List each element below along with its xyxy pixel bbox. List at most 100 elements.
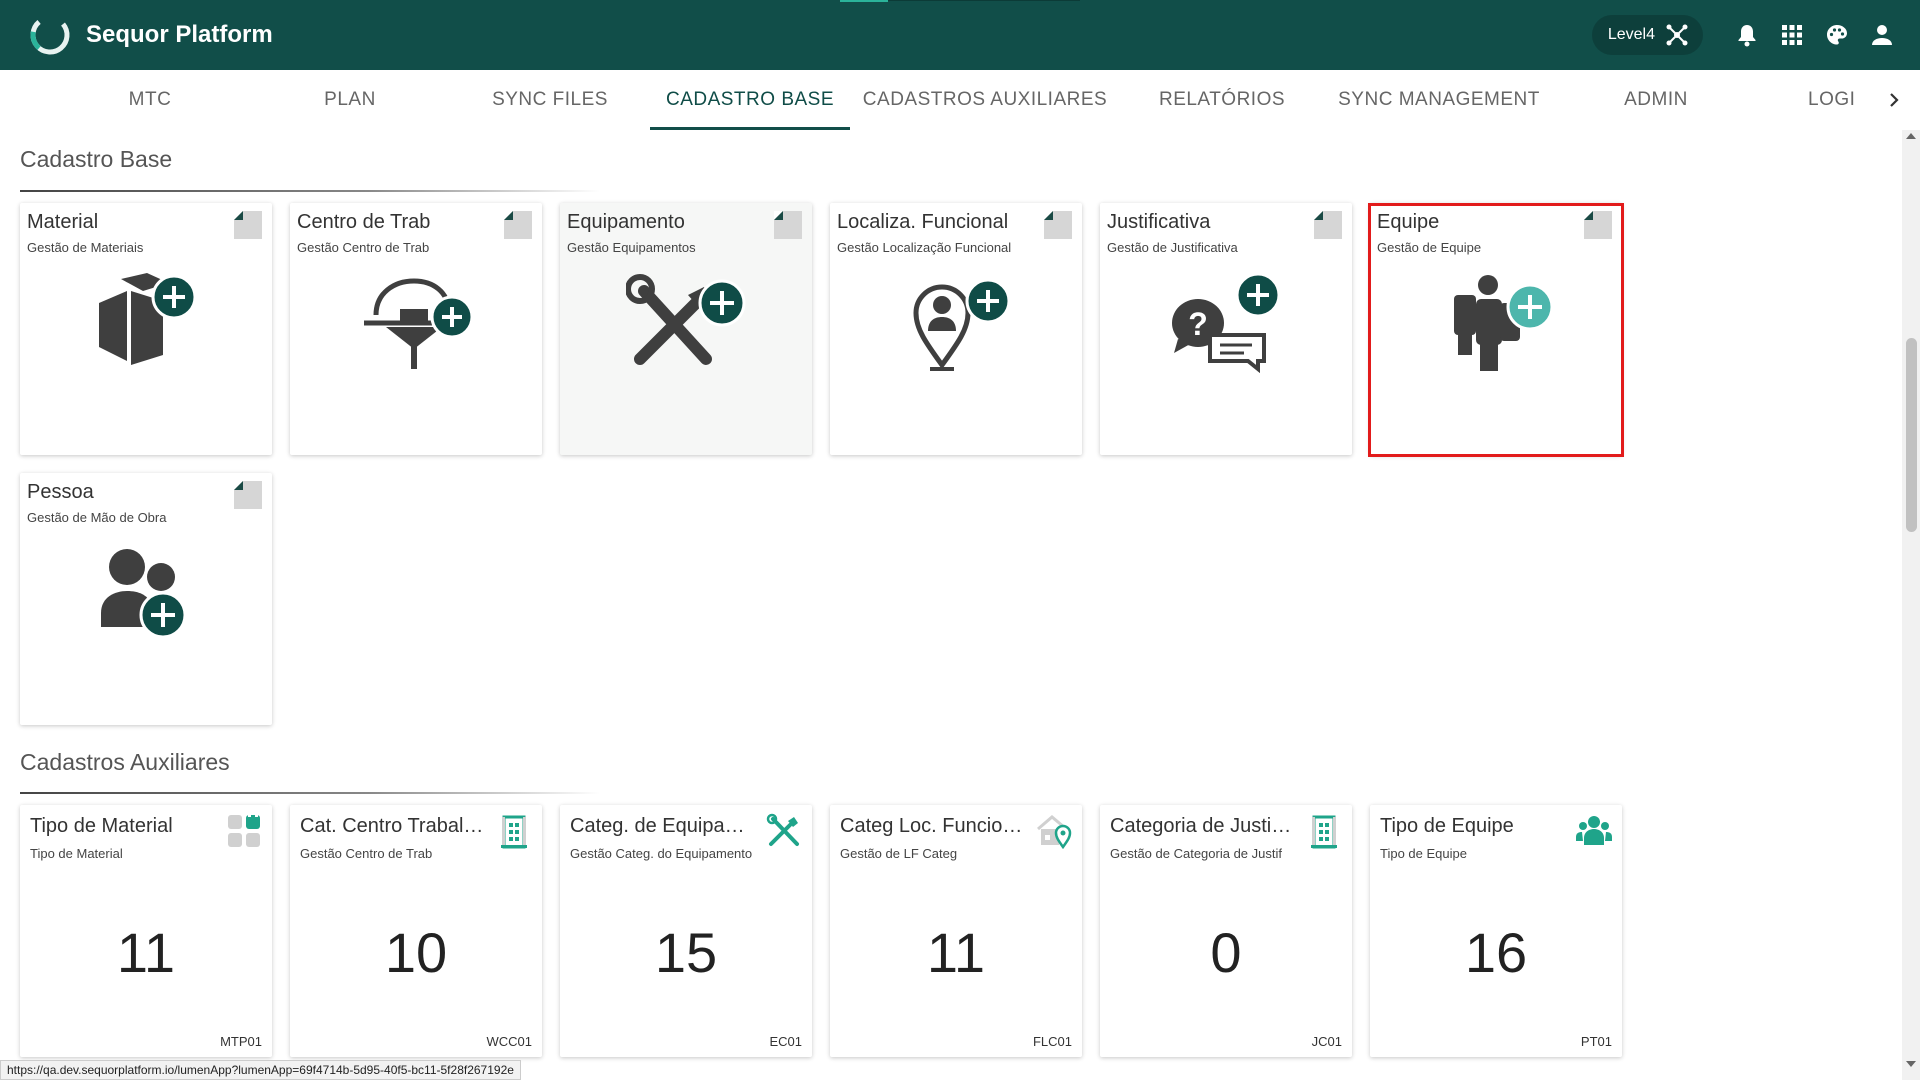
card-title: Tipo de Material	[30, 815, 173, 837]
corner-fold-icon	[774, 211, 802, 239]
corner-fold-icon	[234, 481, 262, 509]
card-subtitle: Gestão de Materiais	[27, 240, 144, 255]
card-subtitle: Gestão de Categoria de Justif	[1110, 846, 1282, 861]
box-plus-icon	[99, 273, 197, 365]
blocks-icon	[228, 813, 260, 847]
loading-track	[888, 0, 1080, 1]
card-title: Equipamento	[567, 211, 685, 233]
card-title: Tipo de Equipe	[1380, 815, 1514, 837]
card-code: JC01	[1311, 1034, 1342, 1049]
tabs-scroll-right-button[interactable]	[1882, 70, 1906, 130]
card-categ-de-equipamento[interactable]: Categ. de Equipamento Gestão Categ. do E…	[560, 805, 812, 1057]
card-title: Localiza. Funcional	[837, 211, 1009, 233]
record-count: 15	[654, 921, 718, 984]
record-count: 11	[926, 921, 986, 984]
tab-mtc[interactable]: MTC	[100, 70, 200, 130]
card-subtitle: Gestão Categ. do Equipamento	[570, 846, 753, 861]
apps-grid-icon	[1782, 25, 1802, 45]
link-preview-status: https://qa.dev.sequorplatform.io/lumenAp…	[0, 1060, 521, 1080]
user-icon	[1872, 25, 1892, 45]
card-cat-centro-trabalho[interactable]: Cat. Centro Trabalho Gestão Centro de Tr…	[290, 805, 542, 1057]
top-app-bar: Sequor Platform Level4	[0, 0, 1920, 70]
level-label: Level4	[1607, 26, 1655, 43]
module-tabs: MTC PLAN SYNC FILES CADASTRO BASE CADAST…	[0, 70, 1920, 130]
home-location-icon	[1037, 815, 1072, 849]
card-tipo-de-equipe[interactable]: Tipo de Equipe Tipo de Equipe 16 PT01	[1370, 805, 1622, 1057]
card-subtitle: Gestão de Justificativa	[1107, 240, 1238, 255]
group-icon	[1576, 816, 1612, 845]
tools-plus-icon	[626, 274, 746, 365]
card-subtitle: Gestão Centro de Trab	[297, 240, 430, 255]
chat-question-plus-icon: ?	[1172, 273, 1281, 373]
card-localiza-funcional[interactable]: Localiza. Funcional Gestão Localização F…	[830, 203, 1082, 455]
tab-sync-management[interactable]: SYNC MANAGEMENT	[1326, 70, 1552, 130]
scroll-up-arrow-icon[interactable]	[1906, 133, 1916, 139]
notifications-button[interactable]	[1725, 13, 1769, 57]
apps-button[interactable]	[1770, 13, 1814, 57]
scrollbar-thumb[interactable]	[1906, 338, 1917, 532]
tools-icon	[766, 813, 799, 846]
card-pessoa[interactable]: Pessoa Gestão de Mão de Obra	[20, 473, 272, 725]
location-person-plus-icon	[913, 278, 1011, 371]
chevron-right-icon	[1890, 93, 1899, 107]
tab-relatorios[interactable]: RELATÓRIOS	[1140, 70, 1304, 130]
vertical-scrollbar[interactable]	[1902, 130, 1920, 1080]
card-code: WCC01	[486, 1034, 532, 1049]
card-title: Justificativa	[1107, 211, 1211, 233]
svg-text:?: ?	[1188, 306, 1208, 342]
card-title: Categoria de Justificativa	[1110, 815, 1295, 837]
section-divider	[20, 190, 600, 192]
sequor-logo-icon	[30, 15, 70, 55]
palette-icon	[1827, 25, 1847, 45]
card-subtitle: Tipo de Material	[30, 846, 123, 861]
app-title: Sequor Platform	[86, 21, 273, 48]
card-tipo-de-material[interactable]: Tipo de Material Tipo de Material 11 MTP…	[20, 805, 272, 1057]
section-title-cadastro-base: Cadastro Base	[20, 146, 173, 172]
card-title: Centro de Trab	[297, 211, 431, 233]
workcenter-plus-icon	[364, 278, 474, 369]
record-count: 11	[116, 921, 176, 984]
card-categ-loc-funcional[interactable]: Categ Loc. Funcional Gestão de LF Categ …	[830, 805, 1082, 1057]
card-subtitle: Gestão Equipamentos	[567, 240, 696, 255]
bell-icon	[1738, 25, 1756, 47]
corner-fold-icon	[234, 211, 262, 239]
people-plus-icon	[101, 549, 187, 639]
corner-fold-icon	[504, 211, 532, 239]
tab-cadastros-auxiliares[interactable]: CADASTROS AUXILIARES	[860, 70, 1110, 130]
card-title: Categ Loc. Funcional	[840, 815, 1025, 837]
card-material[interactable]: Material Gestão de Materiais	[20, 203, 272, 455]
record-count: 10	[384, 921, 448, 984]
tab-sync-files[interactable]: SYNC FILES	[470, 70, 630, 130]
building-icon	[501, 815, 527, 849]
tab-logi[interactable]: LOGI	[1808, 70, 1872, 130]
scroll-down-arrow-icon[interactable]	[1906, 1061, 1916, 1067]
card-centro-de-trab[interactable]: Centro de Trab Gestão Centro de Trab	[290, 203, 542, 455]
card-code: FLC01	[1032, 1034, 1072, 1049]
loading-indicator	[840, 0, 888, 2]
card-categoria-de-justificativa[interactable]: Categoria de Justificativa Gestão de Cat…	[1100, 805, 1352, 1057]
card-title: Categ. de Equipamento	[570, 815, 755, 837]
section-title-cadastros-auxiliares: Cadastros Auxiliares	[20, 749, 230, 775]
card-subtitle: Gestão de LF Categ	[840, 846, 958, 861]
building-icon	[1311, 815, 1337, 849]
theme-button[interactable]	[1815, 13, 1859, 57]
tab-cadastro-base[interactable]: CADASTRO BASE	[650, 70, 850, 130]
card-code: MTP01	[220, 1034, 262, 1049]
tab-plan[interactable]: PLAN	[300, 70, 400, 130]
card-code: PT01	[1580, 1034, 1612, 1049]
brand[interactable]: Sequor Platform	[28, 12, 273, 58]
level-selector[interactable]: Level4	[1591, 15, 1703, 55]
user-menu-button[interactable]	[1860, 13, 1904, 57]
network-icon	[1666, 24, 1688, 46]
card-equipamento[interactable]: Equipamento Gestão Equipamentos	[560, 203, 812, 455]
card-justificativa[interactable]: Justificativa Gestão de Justificativa ?	[1100, 203, 1352, 455]
selection-highlight	[1368, 203, 1624, 457]
record-count: 16	[1464, 921, 1528, 984]
card-subtitle: Gestão Localização Funcional	[837, 240, 1012, 255]
card-title: Pessoa	[27, 481, 94, 503]
record-count: 0	[1210, 921, 1242, 984]
tab-admin[interactable]: ADMIN	[1596, 70, 1716, 130]
card-title: Material	[27, 211, 99, 233]
corner-fold-icon	[1314, 211, 1342, 239]
card-code: EC01	[769, 1034, 802, 1049]
